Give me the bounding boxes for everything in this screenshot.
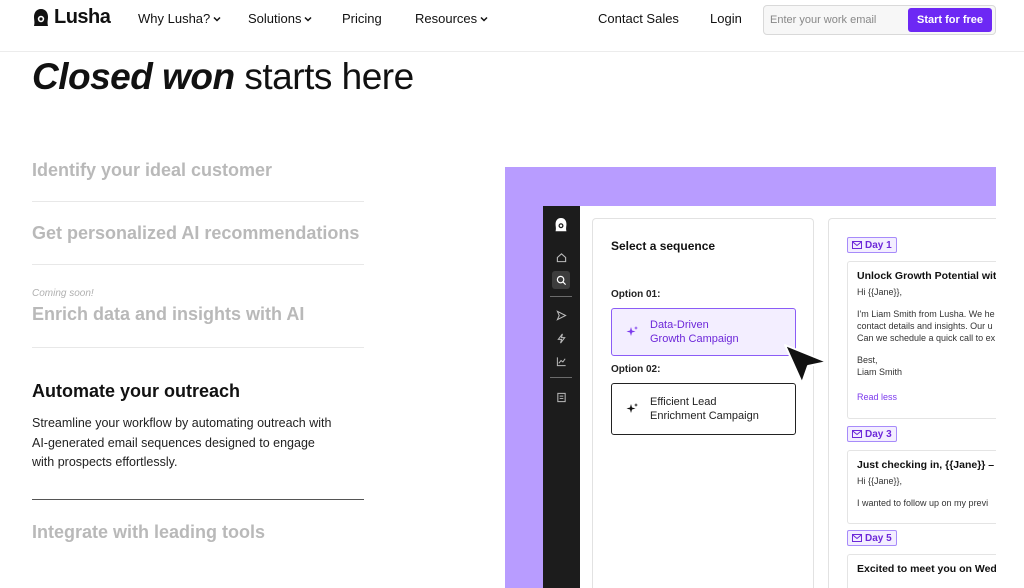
feature-item-automate-outreach[interactable]: Automate your outreach Streamline your w…	[32, 381, 364, 473]
email-line: Best,	[857, 355, 878, 365]
nav-resources[interactable]: Resources	[415, 11, 488, 26]
mouse-cursor-icon	[784, 344, 828, 384]
email-line: I'm Liam Smith from Lusha. We he	[857, 309, 995, 319]
email-line: contact details and insights. Our u	[857, 321, 993, 331]
day-label: Day 5	[865, 532, 892, 544]
feature-item-ai-recommendations[interactable]: Get personalized AI recommendations	[32, 223, 364, 244]
option-name: Efficient Lead Enrichment Campaign	[650, 396, 759, 422]
sparkle-icon	[626, 326, 638, 336]
divider	[32, 347, 364, 348]
active-divider	[32, 499, 364, 500]
signup-form: Start for free	[763, 5, 996, 35]
email-blank-line	[857, 344, 996, 354]
sidebar-separator	[550, 296, 572, 297]
email-line: Hi {{Jane}},	[857, 287, 903, 297]
login-link[interactable]: Login	[710, 11, 742, 26]
read-less-link[interactable]: Read less	[857, 392, 996, 402]
app-sidebar	[543, 206, 580, 588]
contact-sales-link[interactable]: Contact Sales	[598, 11, 679, 26]
email-blank-line	[857, 298, 996, 308]
chevron-down-icon	[304, 16, 313, 22]
bolt-icon[interactable]	[552, 329, 570, 347]
email-card[interactable]: Just checking in, {{Jane}} – Hi {{Jane}}…	[847, 450, 996, 524]
day-label: Day 3	[865, 428, 892, 440]
sequence-option-data-driven[interactable]: Data-Driven Growth Campaign	[611, 308, 796, 356]
chart-icon[interactable]	[552, 352, 570, 370]
feature-description: Streamline your workflow by automating o…	[32, 416, 332, 469]
sequence-card-title: Select a sequence	[611, 239, 716, 253]
brand-logo[interactable]: Lusha	[32, 6, 111, 29]
coming-soon-label: Coming soon!	[32, 288, 94, 299]
start-for-free-button[interactable]: Start for free	[908, 8, 992, 32]
home-icon[interactable]	[552, 248, 570, 266]
divider	[32, 264, 364, 265]
nav-pricing-label: Pricing	[342, 11, 382, 26]
option-name: Data-Driven Growth Campaign	[650, 319, 739, 345]
feature-title: Integrate with leading tools	[32, 522, 266, 542]
search-icon[interactable]	[552, 271, 570, 289]
email-line: Hi {{Jane}},	[857, 476, 903, 486]
sequence-selector-card: Select a sequence Option 01: Data-Driven…	[592, 218, 814, 588]
option-label: Option 01:	[611, 289, 661, 300]
feature-item-integrate[interactable]: Integrate with leading tools	[32, 522, 364, 543]
email-line: I wanted to follow up on my previ	[857, 498, 989, 508]
mail-icon	[852, 241, 862, 249]
work-email-input[interactable]	[770, 8, 900, 32]
nav-pricing[interactable]: Pricing	[342, 11, 382, 26]
nav-why-lusha[interactable]: Why Lusha?	[138, 11, 221, 26]
mail-icon	[852, 430, 862, 438]
email-sequence-column: Day 1 Unlock Growth Potential wit Hi {{J…	[828, 218, 996, 588]
brand-name: Lusha	[54, 6, 111, 28]
email-subject: Excited to meet you on Wed	[857, 563, 996, 575]
lusha-logo-icon	[34, 8, 48, 26]
send-icon[interactable]	[552, 306, 570, 324]
document-icon[interactable]	[552, 388, 570, 406]
product-demo-panel: Select a sequence Option 01: Data-Driven…	[505, 167, 996, 588]
email-line: Liam Smith	[857, 367, 903, 377]
feature-title-active: Automate your outreach	[32, 381, 241, 401]
day-badge: Day 5	[847, 530, 897, 546]
email-subject: Just checking in, {{Jane}} –	[857, 459, 995, 471]
email-card[interactable]: Excited to meet you on Wed	[847, 554, 996, 588]
page-headline: Closed won starts here	[32, 56, 414, 98]
lusha-logo-icon[interactable]	[552, 216, 570, 234]
chevron-down-icon	[480, 16, 488, 22]
day-label: Day 1	[865, 239, 892, 251]
nav-resources-label: Resources	[415, 11, 478, 26]
email-line: Can we schedule a quick call to ex	[857, 333, 996, 343]
email-blank-line	[857, 487, 996, 497]
mail-icon	[852, 534, 862, 542]
sidebar-separator	[550, 377, 572, 378]
feature-title: Get personalized AI recommendations	[32, 223, 360, 243]
headline-strong: Closed won	[32, 56, 235, 97]
divider	[32, 201, 364, 202]
app-main-area: Select a sequence Option 01: Data-Driven…	[580, 206, 996, 588]
nav-solutions[interactable]: Solutions	[248, 11, 313, 26]
nav-why-lusha-label: Why Lusha?	[138, 11, 211, 26]
nav-solutions-label: Solutions	[248, 11, 302, 26]
email-subject: Unlock Growth Potential wit	[857, 270, 996, 282]
headline-rest: starts here	[234, 56, 414, 97]
chevron-down-icon	[213, 16, 221, 22]
day-badge: Day 3	[847, 426, 897, 442]
email-card[interactable]: Unlock Growth Potential wit Hi {{Jane}},…	[847, 261, 996, 419]
feature-title: Identify your ideal customer	[32, 160, 273, 180]
option-label: Option 02:	[611, 364, 661, 375]
sequence-option-efficient-lead[interactable]: Efficient Lead Enrichment Campaign	[611, 383, 796, 435]
top-navbar: Lusha Why Lusha? Solutions Pricing Resou…	[0, 0, 1024, 52]
feature-item-identify[interactable]: Identify your ideal customer	[32, 160, 364, 181]
feature-title: Enrich data and insights with AI	[32, 304, 305, 324]
sparkle-icon	[626, 403, 638, 413]
day-badge: Day 1	[847, 237, 897, 253]
feature-item-enrich[interactable]: Coming soon! Enrich data and insights wi…	[32, 288, 364, 325]
